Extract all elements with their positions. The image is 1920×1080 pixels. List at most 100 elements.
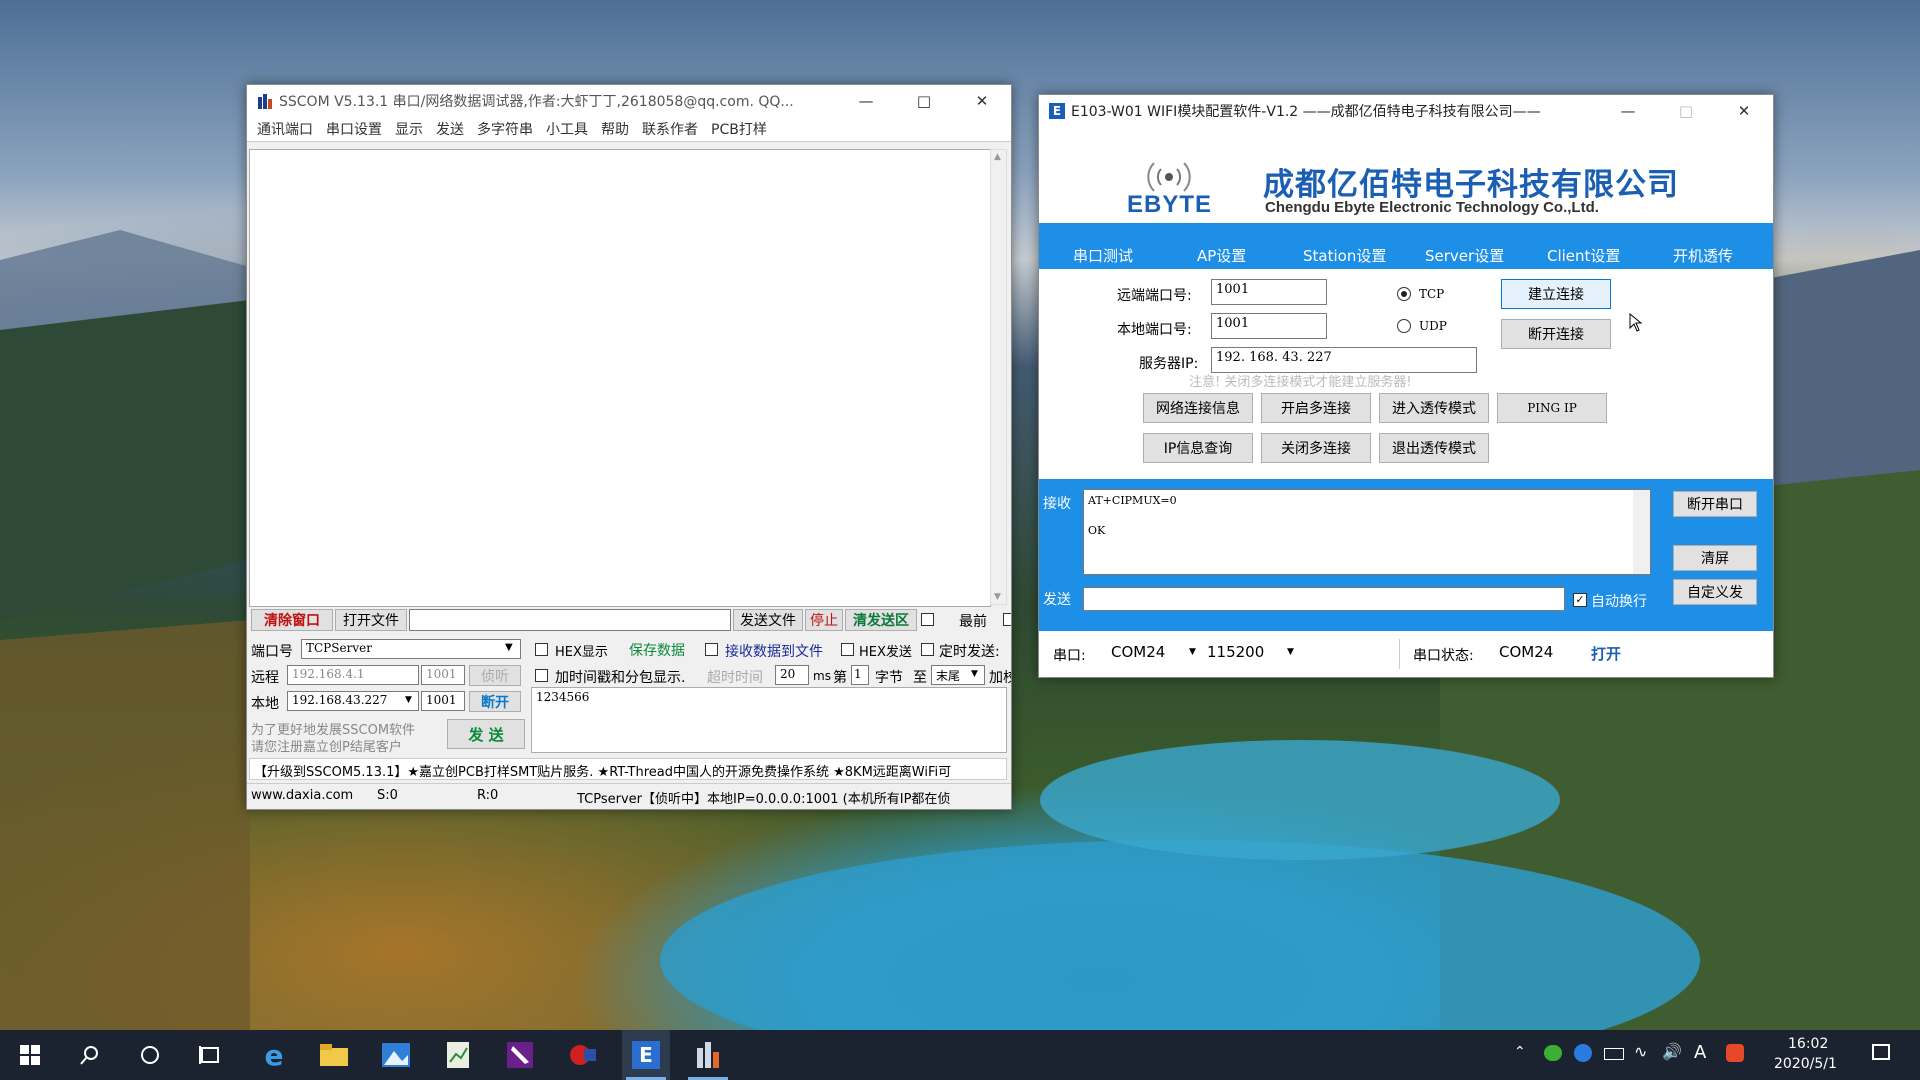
local-port-input[interactable]: 1001 xyxy=(1211,313,1327,339)
menu-item[interactable]: 通讯端口 xyxy=(257,119,313,139)
menu-item[interactable]: PCB打样 xyxy=(711,119,767,139)
disconnect-button[interactable]: 断开连接 xyxy=(1501,319,1611,349)
extra-checkbox[interactable] xyxy=(1003,613,1011,626)
tab-server-settings[interactable]: Server设置 xyxy=(1425,245,1504,266)
send-file-button[interactable]: 发送文件 xyxy=(733,609,803,631)
chevron-down-icon[interactable]: ▼ xyxy=(1287,647,1294,657)
spreadsheet-icon[interactable] xyxy=(434,1030,482,1080)
ad-ticker[interactable]: 【升级到SSCOM5.13.1】★嘉立创PCB打样SMT贴片服务. ★RT-Th… xyxy=(249,758,1007,780)
local-port-input[interactable]: 1001 xyxy=(421,691,465,711)
pen-app-icon[interactable] xyxy=(496,1030,544,1080)
open-multi-button[interactable]: 开启多连接 xyxy=(1261,393,1371,423)
remote-port-input[interactable]: 1001 xyxy=(421,665,465,685)
tab-serial-test[interactable]: 串口测试 xyxy=(1073,245,1133,266)
timed-send-checkbox[interactable] xyxy=(921,643,934,656)
close-button[interactable]: ✕ xyxy=(953,85,1011,117)
chevron-down-icon[interactable]: ▼ xyxy=(405,695,412,705)
tab-ap-settings[interactable]: AP设置 xyxy=(1197,245,1246,266)
clear-window-button[interactable]: 清除窗口 xyxy=(251,609,333,631)
ime-indicator[interactable]: A xyxy=(1694,1042,1706,1063)
remote-ip-input[interactable]: 192.168.4.1 xyxy=(287,665,419,685)
network-shield-icon[interactable] xyxy=(1574,1044,1592,1062)
chevron-down-icon[interactable]: ▼ xyxy=(971,669,978,679)
menu-item[interactable]: 串口设置 xyxy=(326,119,382,139)
recv-to-file-checkbox[interactable] xyxy=(705,643,718,656)
send-text-area[interactable]: 1234566 xyxy=(531,687,1007,753)
tcp-radio[interactable] xyxy=(1397,287,1411,301)
open-file-button[interactable]: 打开文件 xyxy=(335,609,407,631)
com-select[interactable]: COM24 xyxy=(1111,643,1165,661)
exit-passthrough-button[interactable]: 退出透传模式 xyxy=(1379,433,1489,463)
net-info-button[interactable]: 网络连接信息 xyxy=(1143,393,1253,423)
tab-boot-passthrough[interactable]: 开机透传 xyxy=(1673,245,1733,266)
clear-screen-button[interactable]: 清屏 xyxy=(1673,545,1757,571)
connect-button[interactable]: 建立连接 xyxy=(1501,279,1611,309)
timeout-input[interactable]: 20 xyxy=(775,665,809,685)
menu-item[interactable]: 发送 xyxy=(436,119,464,139)
send-button[interactable]: 发 送 xyxy=(447,719,525,749)
listen-button[interactable]: 侦听 xyxy=(469,665,521,686)
task-view-icon[interactable] xyxy=(186,1030,234,1080)
battery-icon[interactable] xyxy=(1604,1048,1624,1060)
ip-query-button[interactable]: IP信息查询 xyxy=(1143,433,1253,463)
local-ip-input[interactable]: 192.168.43.227 xyxy=(287,691,419,711)
menu-item[interactable]: 帮助 xyxy=(601,119,629,139)
sscom-taskbar-icon[interactable] xyxy=(684,1030,732,1080)
server-ip-input[interactable]: 192. 168. 43. 227 xyxy=(1211,347,1477,373)
photos-icon[interactable] xyxy=(372,1030,420,1080)
minimize-button[interactable]: — xyxy=(1599,95,1657,127)
wifi-icon[interactable]: ∿ xyxy=(1634,1042,1647,1061)
scroll-up-icon[interactable]: ▲ xyxy=(994,152,1001,162)
baud-select[interactable]: 115200 xyxy=(1207,643,1264,661)
ebyte-taskbar-icon[interactable]: E xyxy=(622,1030,670,1080)
close-button[interactable]: ✕ xyxy=(1715,95,1773,127)
nth-input[interactable]: 1 xyxy=(851,665,869,685)
save-data-button[interactable]: 保存数据 xyxy=(619,639,695,661)
file-explorer-icon[interactable] xyxy=(310,1030,358,1080)
chevron-down-icon[interactable]: ▼ xyxy=(1189,647,1196,657)
sogou-ime-icon[interactable] xyxy=(1726,1044,1744,1062)
maximize-button[interactable]: □ xyxy=(895,85,953,117)
receive-scrollbar[interactable]: ▲ ▼ xyxy=(990,149,1007,605)
chevron-up-icon[interactable]: ⌃ xyxy=(1514,1044,1526,1060)
search-icon[interactable] xyxy=(66,1030,114,1080)
menu-item[interactable]: 显示 xyxy=(395,119,423,139)
send-input[interactable] xyxy=(1083,587,1565,611)
clock-date[interactable]: 2020/5/1 xyxy=(1774,1056,1837,1072)
hex-display-checkbox[interactable] xyxy=(535,643,548,656)
start-button[interactable] xyxy=(6,1030,54,1080)
timestamp-checkbox[interactable] xyxy=(535,669,548,682)
file-path-input[interactable] xyxy=(409,609,731,631)
stop-button[interactable]: 停止 xyxy=(805,609,843,631)
tab-client-settings[interactable]: Client设置 xyxy=(1547,245,1620,266)
ebyte-titlebar[interactable]: E E103-W01 WIFI模块配置软件-V1.2 ——成都亿佰特电子科技有限… xyxy=(1039,95,1773,127)
topmost-checkbox[interactable] xyxy=(921,613,934,626)
edge-browser-icon[interactable]: e xyxy=(250,1030,298,1080)
website-link[interactable]: www.daxia.com xyxy=(251,788,353,803)
clock-time[interactable]: 16:02 xyxy=(1788,1036,1828,1052)
tab-station-settings[interactable]: Station设置 xyxy=(1303,245,1386,266)
close-serial-button[interactable]: 断开串口 xyxy=(1673,491,1757,517)
menu-item[interactable]: 小工具 xyxy=(546,119,588,139)
recorder-icon[interactable] xyxy=(558,1030,606,1080)
sscom-titlebar[interactable]: SSCOM V5.13.1 串口/网络数据调试器,作者:大虾丁丁,2618058… xyxy=(247,85,1011,117)
menu-item[interactable]: 联系作者 xyxy=(642,119,698,139)
udp-radio[interactable] xyxy=(1397,319,1411,333)
maximize-button[interactable]: □ xyxy=(1657,95,1715,127)
volume-icon[interactable]: 🔊 xyxy=(1662,1042,1682,1061)
auto-newline-checkbox[interactable]: ✓ xyxy=(1573,593,1587,607)
minimize-button[interactable]: — xyxy=(837,85,895,117)
port-type-select[interactable]: TCPServer xyxy=(301,639,521,659)
menu-item[interactable]: 多字符串 xyxy=(477,119,533,139)
disconnect-button[interactable]: 断开 xyxy=(469,691,521,712)
chevron-down-icon[interactable]: ▼ xyxy=(505,642,513,653)
remote-port-input[interactable]: 1001 xyxy=(1211,279,1327,305)
receive-area[interactable] xyxy=(249,149,991,607)
enter-passthrough-button[interactable]: 进入透传模式 xyxy=(1379,393,1489,423)
receive-scrollbar[interactable] xyxy=(1633,490,1650,574)
clear-send-button[interactable]: 清发送区 xyxy=(845,609,917,631)
scroll-down-icon[interactable]: ▼ xyxy=(994,592,1001,602)
close-multi-button[interactable]: 关闭多连接 xyxy=(1261,433,1371,463)
receive-box[interactable]: AT+CIPMUX=0 OK xyxy=(1083,489,1651,575)
custom-send-button[interactable]: 自定义发 xyxy=(1673,579,1757,605)
